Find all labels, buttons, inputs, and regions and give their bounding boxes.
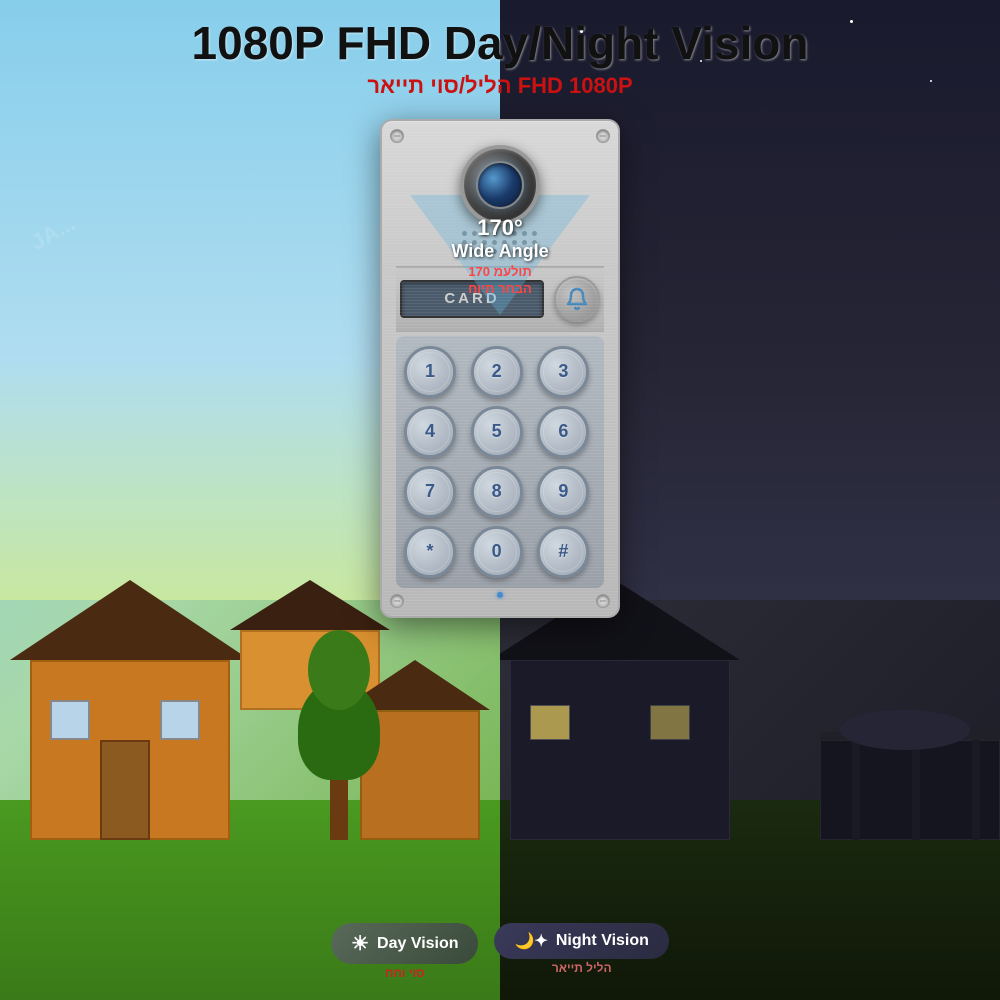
camera-section: 170° Wide Angle תולעמ 170 הבחר תיוח — [396, 135, 604, 262]
moon-star-icon: 🌙✦ — [515, 931, 548, 951]
key-button-7[interactable]: 7 — [404, 466, 456, 518]
key-label-2: 2 — [492, 361, 502, 382]
sun-icon: ☀ — [351, 931, 369, 956]
wide-angle-label: Wide Angle — [451, 241, 548, 262]
key-button-2[interactable]: 2 — [471, 346, 523, 398]
keypad-section: 1 2 3 4 5 6 7 8 9 * 0 # — [396, 336, 604, 588]
key-button-#[interactable]: # — [537, 526, 589, 578]
key-button-0[interactable]: 0 — [471, 526, 523, 578]
key-button-5[interactable]: 5 — [471, 406, 523, 458]
camera-lens — [476, 161, 524, 209]
wide-angle-hebrew-2: הבחר תיוח — [451, 281, 548, 296]
day-vision-hebrew: סוי וחח — [385, 966, 424, 980]
wide-angle-overlay: 170° Wide Angle תולעמ 170 הבחר תיוח — [451, 215, 548, 296]
screw-bottom-left — [390, 594, 404, 608]
key-button-3[interactable]: 3 — [537, 346, 589, 398]
key-label-4: 4 — [425, 421, 435, 442]
key-label-9: 9 — [558, 481, 568, 502]
night-badge-pill: 🌙✦ Night Vision — [495, 923, 669, 959]
screw-bottom-right — [596, 594, 610, 608]
key-button-9[interactable]: 9 — [537, 466, 589, 518]
key-label-1: 1 — [425, 361, 435, 382]
key-button-8[interactable]: 8 — [471, 466, 523, 518]
night-vision-badge: 🌙✦ Night Vision הליל תייאר — [495, 923, 669, 980]
night-vision-hebrew: הליל תייאר — [552, 961, 612, 975]
key-label-#: # — [558, 541, 568, 562]
night-vision-label: Night Vision — [556, 932, 649, 950]
key-button-4[interactable]: 4 — [404, 406, 456, 458]
device-wrapper: 170° Wide Angle תולעמ 170 הבחר תיוח — [380, 119, 620, 618]
key-label-6: 6 — [558, 421, 568, 442]
device-panel: 170° Wide Angle תולעמ 170 הבחר תיוח — [380, 119, 620, 618]
keypad-grid: 1 2 3 4 5 6 7 8 9 * 0 # — [404, 346, 596, 578]
key-label-8: 8 — [492, 481, 502, 502]
key-button-6[interactable]: 6 — [537, 406, 589, 458]
header-section: 1080P FHD Day/Night Vision הליל/סוי תייא… — [192, 0, 809, 99]
key-label-0: 0 — [492, 541, 502, 562]
bottom-badges: ☀ Day Vision סוי וחח 🌙✦ Night Vision הלי… — [331, 923, 669, 980]
main-overlay: 1080P FHD Day/Night Vision הליל/סוי תייא… — [0, 0, 1000, 1000]
key-button-1[interactable]: 1 — [404, 346, 456, 398]
key-label-7: 7 — [425, 481, 435, 502]
hebrew-title: הליל/סוי תייאר FHD 1080P — [192, 73, 809, 99]
main-title: 1080P FHD Day/Night Vision — [192, 18, 809, 69]
day-badge-pill: ☀ Day Vision — [331, 923, 478, 964]
key-label-5: 5 — [492, 421, 502, 442]
key-label-*: * — [426, 541, 433, 562]
wide-angle-degrees: 170° — [451, 215, 548, 241]
key-button-*[interactable]: * — [404, 526, 456, 578]
wide-angle-hebrew-1: תולעמ 170 — [451, 264, 548, 279]
day-vision-label: Day Vision — [377, 935, 459, 953]
day-vision-badge: ☀ Day Vision סוי וחח — [331, 923, 478, 980]
camera-body — [460, 145, 540, 225]
led-indicator — [497, 592, 503, 598]
key-label-3: 3 — [558, 361, 568, 382]
